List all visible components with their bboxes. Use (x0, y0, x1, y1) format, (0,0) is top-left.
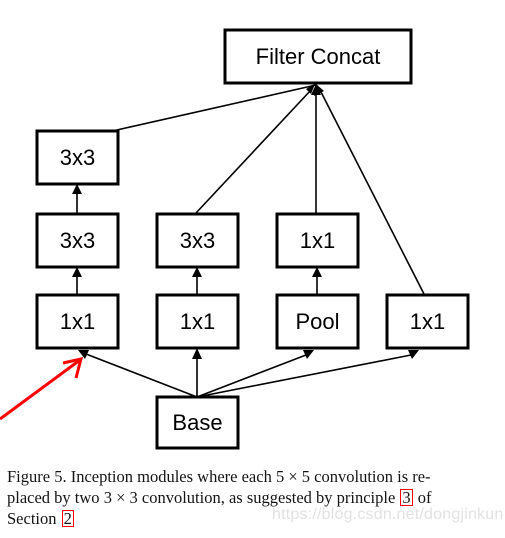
caption-text-3a: Section (7, 509, 61, 528)
edge-col3-1x1-to-concat (311, 84, 321, 213)
node-label-col3-1x1: 1x1 (300, 228, 335, 253)
node-col3-pool[interactable]: Pool (275, 293, 360, 350)
caption-text-2c: of (413, 488, 432, 507)
edge-base-to-col1bot (78, 350, 198, 398)
node-label-col1-3x3-top: 3x3 (60, 145, 95, 170)
inception-module-diagram: Filter Concat 3x3 3x3 1x1 3x3 1x1 1x1 Po… (0, 28, 470, 450)
caption-line-2: placed by two 3 × 3 convolution, as sugg… (7, 487, 499, 508)
edge-col1bot-to-col1mid (72, 267, 82, 294)
node-label-col3-pool: Pool (295, 309, 339, 334)
caption-line-1: Figure 5. Inception modules where each 5… (7, 466, 499, 487)
figure-caption: Figure 5. Inception modules where each 5… (7, 466, 499, 529)
node-label-filter-concat: Filter Concat (256, 44, 381, 69)
edge-base-to-col2-1x1 (192, 348, 202, 397)
node-base[interactable]: Base (155, 395, 240, 450)
node-label-col2-3x3: 3x3 (180, 228, 215, 253)
node-col3-1x1[interactable]: 1x1 (275, 212, 360, 269)
caption-text-1b: convolution is re- (310, 467, 431, 486)
node-col1-3x3-mid[interactable]: 3x3 (35, 212, 120, 269)
edge-col2-3x3-to-concat (195, 84, 315, 214)
node-label-col1-1x1-bottom: 1x1 (60, 309, 95, 334)
node-col2-1x1[interactable]: 1x1 (155, 293, 240, 350)
caption-text-2b: convolution, as suggested by principle (137, 488, 400, 507)
red-pointer-arrow (0, 357, 84, 421)
node-label-col1-3x3-mid: 3x3 (60, 228, 95, 253)
node-col1-3x3-top[interactable]: 3x3 (35, 129, 120, 186)
node-label-base: Base (172, 410, 222, 435)
node-label-col4-1x1: 1x1 (410, 309, 445, 334)
edge-col1mid-to-col1top (72, 184, 82, 213)
figure-container: Filter Concat 3x3 3x3 1x1 3x3 1x1 1x1 Po… (0, 0, 505, 538)
caption-math-5x5: 5 × 5 (275, 467, 311, 486)
node-col2-3x3[interactable]: 3x3 (155, 212, 240, 269)
caption-text-2a: placed by two (7, 488, 104, 507)
edge-base-to-pool (196, 350, 314, 398)
node-filter-concat[interactable]: Filter Concat (223, 28, 413, 85)
node-col4-1x1[interactable]: 1x1 (385, 293, 470, 350)
edge-col2-1x1-to-col2-3x3 (192, 267, 202, 294)
edge-pool-to-col3-1x1 (312, 267, 322, 294)
caption-math-3x3: 3 × 3 (103, 488, 138, 507)
node-label-col2-1x1: 1x1 (180, 309, 215, 334)
edge-col1top-to-concat (107, 84, 317, 133)
caption-ref-link-3[interactable]: 3 (400, 489, 413, 506)
caption-text-1a: Figure 5. Inception modules where each (7, 467, 276, 486)
caption-ref-link-2[interactable]: 2 (61, 510, 74, 527)
caption-line-3: Section 2 (7, 508, 499, 529)
node-col1-1x1-bottom[interactable]: 1x1 (35, 293, 120, 350)
